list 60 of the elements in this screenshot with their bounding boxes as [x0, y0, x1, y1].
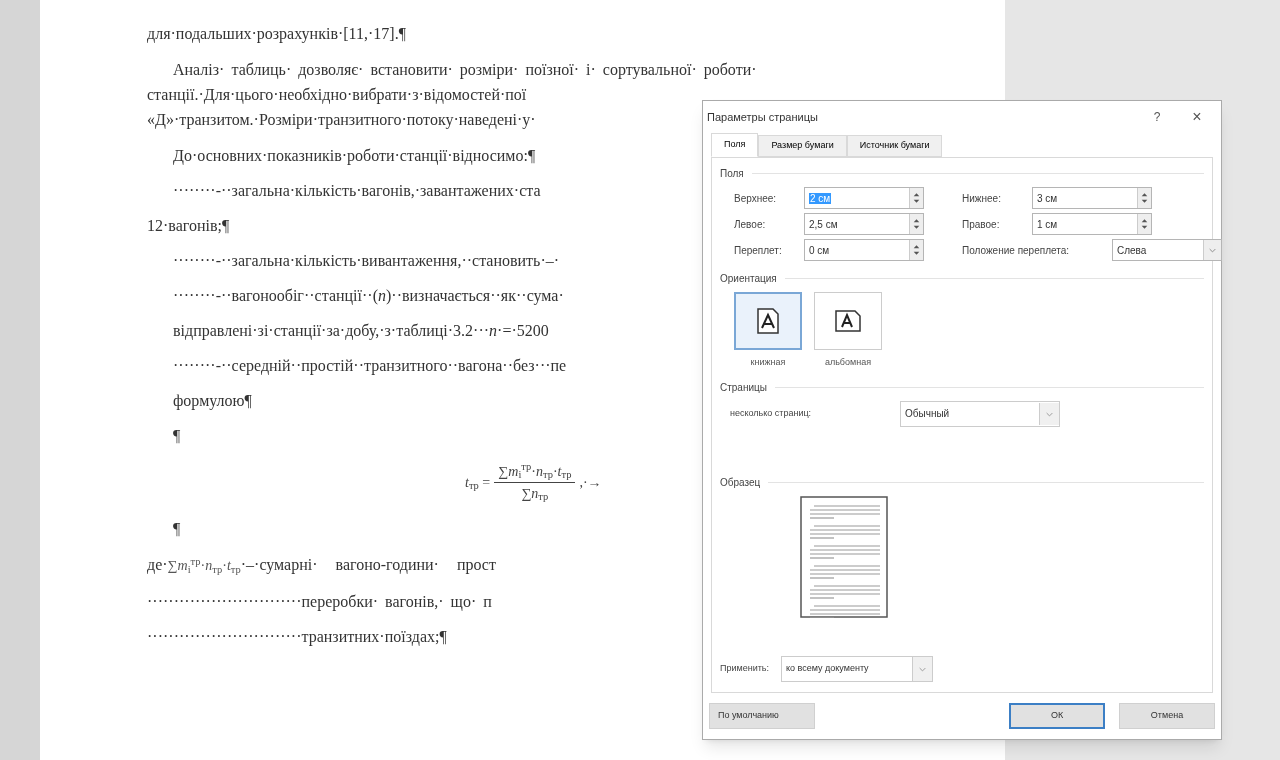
tab[interactable]: Источник бумаги	[846, 135, 943, 157]
paragraph-text: де·∑m$_{i}$$^{тр}$·n$_{тр}$·t$_{тр}$·–·сумарні· вагоно-години· прост	[147, 554, 496, 577]
field-label: Левое:	[734, 217, 767, 232]
spin-field[interactable]: 3 см	[1032, 187, 1152, 209]
field-value: Слева	[1117, 244, 1147, 256]
paragraph-text: ¶	[173, 425, 181, 446]
paragraph-text: для·подальших·розрахунків·[11,·17].¶	[147, 23, 406, 45]
section-heading: Ориентация	[720, 272, 777, 286]
dialog-button[interactable]: По умолчанию	[709, 703, 815, 729]
spin-field[interactable]: 1 см	[1032, 213, 1152, 235]
dialog-button[interactable]: Отмена	[1119, 703, 1215, 729]
tab[interactable]: Размер бумаги	[758, 135, 847, 157]
field-label: Верхнее:	[734, 191, 778, 206]
paragraph-text: ·····························транзитних·поїздах;¶	[147, 626, 447, 648]
paragraph-text: станції.·Для·цього·необхідно·вибрати·з·відомостей·пої	[147, 84, 527, 106]
field-value: 1 см	[1037, 218, 1058, 230]
paragraph-text: 12·вагонів;¶	[147, 215, 230, 236]
portrait-page-icon	[757, 308, 779, 334]
paragraph-text: «Д»·транзитом.·Розміри·транзитного·потоку·наведені·у·	[147, 109, 536, 131]
spin-field[interactable]: 2,5 см	[804, 213, 924, 235]
paragraph-text: ·····························переробки· вагонів,· що· п	[147, 591, 492, 613]
paragraph-text: відправлені·зі·станції·за·добу,·з·таблиці·3.2···n·=·5200	[173, 320, 549, 342]
field-label: Применить:	[720, 662, 769, 676]
dropdown[interactable]: ко всему документу	[781, 656, 933, 682]
field-value: 0 см	[809, 244, 830, 256]
section-heading: Образец	[720, 475, 761, 490]
spinner-icon[interactable]	[1137, 214, 1151, 234]
spinner-icon[interactable]	[909, 214, 923, 234]
field-label: Переплет:	[734, 243, 783, 258]
dropdown[interactable]: Слева	[1112, 239, 1222, 261]
spinner-icon[interactable]	[909, 188, 923, 208]
field-value: 3 см	[1037, 192, 1058, 204]
landscape-page-icon	[835, 310, 861, 332]
field-value: 2,5 см	[809, 218, 838, 230]
paragraph-text: ¶	[173, 518, 181, 539]
dialog-title: Параметры страницы	[707, 109, 819, 125]
paragraph-text: ········-··вагонообіг··станції··(n)··визначається··як··сума·	[173, 285, 564, 307]
chevron-down-icon	[912, 657, 932, 681]
spinner-icon[interactable]	[909, 240, 923, 260]
help-button[interactable]: ?	[1137, 108, 1177, 126]
paragraph-text: До·основних·показників·роботи·станції·відносимо:¶	[173, 145, 536, 167]
dialog-button[interactable]: ОК	[1009, 703, 1105, 729]
field-label: Положение переплета:	[962, 243, 1070, 258]
paragraph-text: ········-··загальна·кількість·вагонів,·завантажених·ста	[173, 180, 541, 201]
formula: t$_{тр}$ = ∑m$_{i}$$^{тр}$·n$_{тр}$·t$_{тр}$ ∑n$_{тр}$ ,·→	[465, 460, 602, 504]
dropdown[interactable]: Обычный	[900, 400, 1060, 427]
tab[interactable]: Поля	[711, 133, 759, 157]
paragraph-text: формулою¶	[173, 390, 252, 412]
field-label: Нижнее:	[962, 191, 1002, 206]
paragraph-text: ········-··загальна·кількість·вивантаження,··становить·–·	[173, 250, 560, 271]
paragraph-text: Аналіз· таблиць· дозволяє· встановити· розміри· поїзної· і· сортувальної· роботи·	[173, 59, 757, 81]
paragraph-text: ········-··середній··простій··транзитного··вагона··без···пе	[173, 355, 567, 377]
section-heading: Поля	[720, 167, 744, 181]
spin-field[interactable]: 0 см	[804, 239, 924, 261]
spinner-icon[interactable]	[1137, 188, 1151, 208]
field-label: Правое:	[962, 217, 1001, 232]
section-heading: Страницы	[720, 380, 767, 395]
field-label: несколько страниц:	[730, 406, 813, 420]
chevron-down-icon	[1039, 402, 1059, 425]
close-button[interactable]: ×	[1177, 105, 1217, 129]
